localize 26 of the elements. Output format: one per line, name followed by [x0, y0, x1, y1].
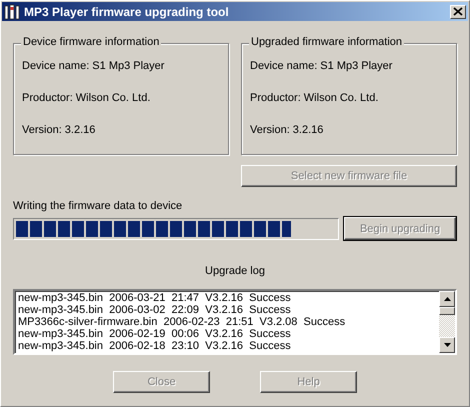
up-arrow-icon [444, 297, 450, 301]
down-arrow-icon [444, 343, 450, 347]
log-title: Upgrade log [205, 264, 265, 278]
info-text: Device name: S1 Mp3 Player [250, 60, 394, 72]
info-text: Productor: Wilson Co. Ltd. [22, 92, 152, 104]
close-icon [453, 7, 463, 16]
log-entry[interactable]: new-mp3-345.bin 2006-03-02 22:09 V3.2.16 Success [18, 304, 439, 316]
scroll-down-button[interactable] [439, 337, 455, 353]
window-title: MP3 Player firmware upgrading tool [24, 4, 230, 18]
close-button[interactable] [450, 4, 466, 18]
group-title: Device firmware information [21, 36, 162, 48]
log-entry[interactable]: MP3366c-silver-firmware.bin 2006-02-23 21:51 V3.2.08 Success [18, 316, 439, 328]
log-entry[interactable]: new-mp3-345.bin 2006-02-18 23:10 V3.2.16 Success [18, 340, 439, 352]
scrollbar[interactable] [439, 291, 455, 353]
info-text: Device name: S1 Mp3 Player [22, 60, 166, 72]
info-text: Version: 3.2.16 [250, 124, 324, 136]
app-icon [4, 4, 20, 20]
progress-label: Writing the firmware data to device [13, 199, 184, 213]
info-text: Version: 3.2.16 [22, 124, 96, 136]
scroll-up-button[interactable] [439, 291, 455, 307]
scroll-thumb[interactable] [439, 307, 455, 315]
log-list[interactable] [13, 289, 457, 355]
log-entry[interactable]: new-mp3-345.bin 2006-03-21 21:47 V3.2.16 Success [18, 292, 439, 304]
group-title: Upgraded firmware information [249, 36, 404, 48]
info-text: Productor: Wilson Co. Ltd. [250, 92, 380, 104]
log-entry[interactable]: new-mp3-345.bin 2006-02-19 00:06 V3.2.16 Success [18, 328, 439, 340]
